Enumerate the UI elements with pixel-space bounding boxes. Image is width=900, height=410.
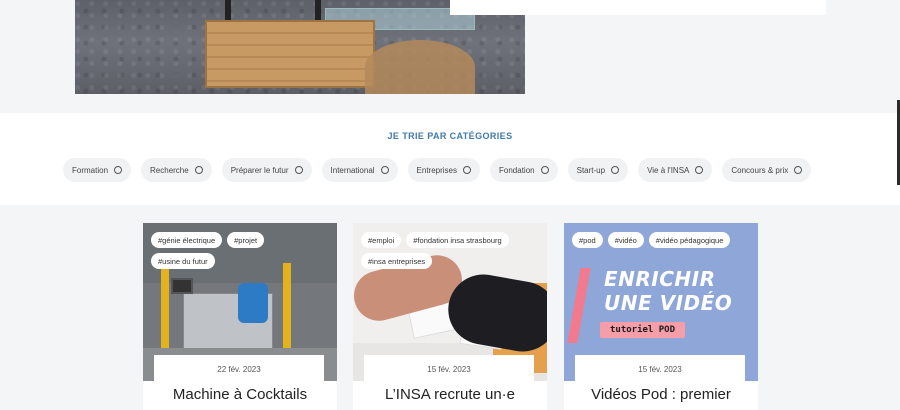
chip-label: Formation [72, 165, 109, 175]
image-monitor [171, 278, 193, 294]
article-card-grid: #génie électrique #projet #usine du futu… [0, 205, 900, 410]
radio-circle-icon [194, 166, 203, 174]
radio-circle-icon [611, 166, 620, 174]
image-robot-arm [238, 283, 268, 323]
article-tag[interactable]: #insa entreprises [361, 253, 433, 269]
article-tag-list: #pod #vidéo #vidéo pédagogique [572, 232, 752, 248]
article-date: 22 fév. 2023 [154, 355, 324, 385]
chip-label: Fondation [499, 165, 535, 175]
article-tag[interactable]: #emploi [361, 232, 402, 248]
article-tag[interactable]: #pod [572, 232, 603, 248]
image-subtitle: tutoriel POD [600, 322, 686, 338]
category-chip-list: Formation Recherche Préparer le futur In… [63, 158, 812, 182]
chip-label: Entreprises [416, 165, 458, 175]
chip-label: Recherche [150, 165, 189, 175]
image-headline: ENRICHIR UNE VIDÉO [604, 267, 754, 315]
article-tag[interactable]: #projet [227, 232, 265, 248]
category-chip-formation[interactable]: Formation [63, 158, 132, 182]
category-chip-concours-prix[interactable]: Concours & prix [722, 158, 812, 182]
radio-circle-icon [794, 166, 803, 174]
radio-circle-icon [294, 166, 303, 174]
article-tag-list: #emploi #fondation insa strasbourg #insa… [361, 232, 541, 269]
image-headline-line: ENRICHIR [604, 267, 716, 291]
radio-circle-icon [463, 166, 472, 174]
chip-label: Vie à l'INSA [647, 165, 690, 175]
category-filter-title: JE TRIE PAR CATÉGORIES [387, 131, 513, 141]
photo-wooden-crate [205, 20, 375, 88]
chip-label: Start-up [576, 165, 606, 175]
article-title[interactable]: Vidéos Pod : premier [564, 386, 758, 403]
article-tag[interactable]: #génie électrique [151, 232, 223, 248]
article-tag[interactable]: #usine du futur [151, 253, 215, 269]
article-card[interactable]: #emploi #fondation insa strasbourg #insa… [353, 223, 547, 410]
article-date: 15 fév. 2023 [364, 355, 534, 385]
article-card[interactable]: #génie électrique #projet #usine du futu… [143, 223, 337, 410]
image-headline-line: UNE VIDÉO [604, 291, 733, 315]
top-area [0, 0, 900, 113]
article-tag[interactable]: #fondation insa strasbourg [406, 232, 509, 248]
article-tag[interactable]: #vidéo pédagogique [648, 232, 731, 248]
chip-label: Concours & prix [731, 165, 789, 175]
category-chip-international[interactable]: International [321, 158, 398, 182]
featured-article-card [450, 0, 826, 15]
category-filter: JE TRIE PAR CATÉGORIES Formation Recherc… [0, 113, 900, 205]
article-tag-list: #génie électrique #projet #usine du futu… [151, 232, 331, 269]
chip-label: Préparer le futur [230, 165, 289, 175]
category-chip-preparer-le-futur[interactable]: Préparer le futur [221, 158, 312, 182]
category-chip-fondation[interactable]: Fondation [490, 158, 558, 182]
radio-circle-icon [695, 166, 704, 174]
radio-circle-icon [380, 166, 389, 174]
category-chip-entreprises[interactable]: Entreprises [407, 158, 481, 182]
category-chip-recherche[interactable]: Recherche [141, 158, 212, 182]
category-chip-vie-a-linsa[interactable]: Vie à l'INSA [638, 158, 713, 182]
category-chip-start-up[interactable]: Start-up [567, 158, 629, 182]
radio-circle-icon [114, 166, 123, 174]
radio-circle-icon [540, 166, 549, 174]
article-title[interactable]: L’INSA recrute un·e [353, 386, 547, 403]
chip-label: International [330, 165, 375, 175]
article-tag[interactable]: #vidéo [607, 232, 644, 248]
photo-wooden-wheel [365, 40, 475, 94]
article-card[interactable]: ENRICHIR UNE VIDÉO tutoriel POD #pod #vi… [564, 223, 758, 410]
article-title[interactable]: Machine à Cocktails [143, 386, 337, 403]
image-accent-bar [567, 268, 591, 343]
article-date: 15 fév. 2023 [575, 355, 745, 385]
